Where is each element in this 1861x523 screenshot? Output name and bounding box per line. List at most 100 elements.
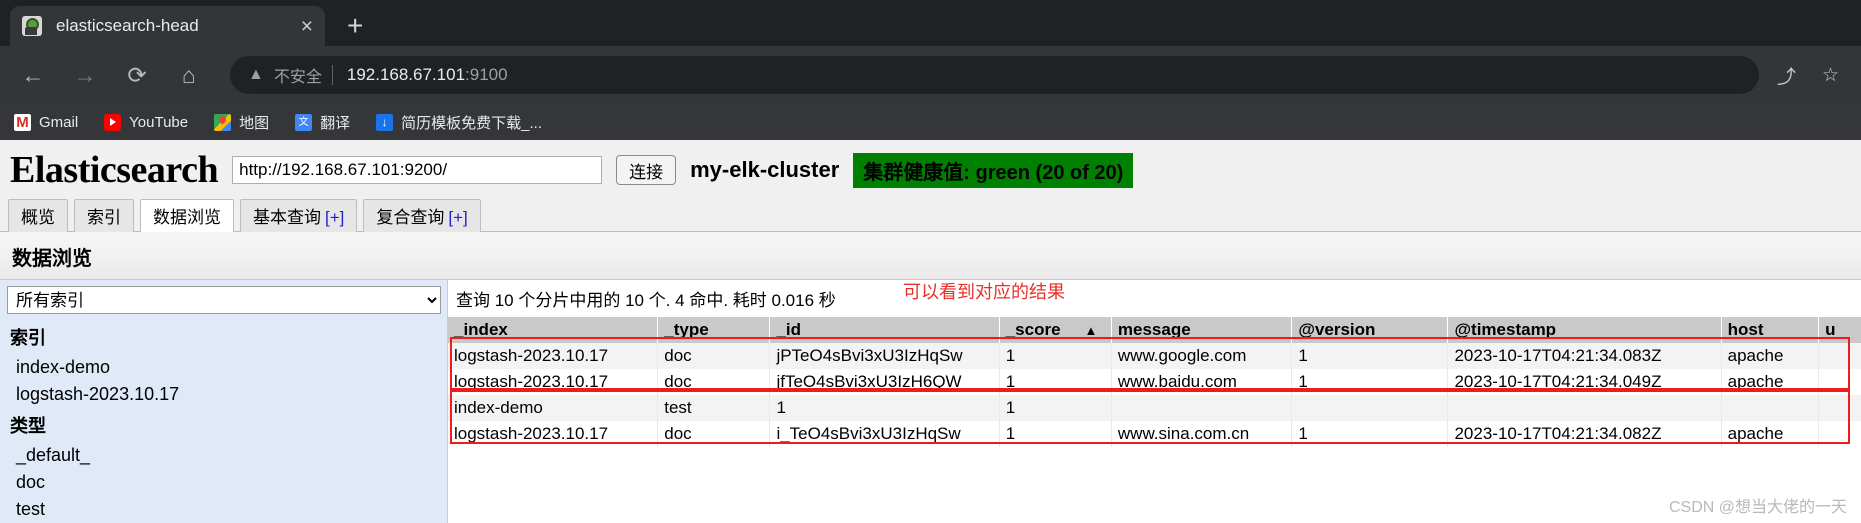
watermark: CSDN @想当大佬的一天 (1668, 499, 1847, 516)
query-info: 查询 10 个分片中用的 10 个. 4 命中. 耗时 0.016 秒 (456, 291, 836, 310)
forward-icon[interactable]: → (68, 58, 102, 92)
cell-message: www.sina.com.cn (1111, 421, 1293, 447)
app-tabs: 概览 索引 数据浏览 基本查询 [+] 复合查询 [+] (0, 196, 1861, 232)
index-select[interactable]: 所有索引 (7, 286, 441, 314)
warning-triangle-icon: ▲ (248, 66, 264, 83)
tab-data-browse[interactable]: 数据浏览 (140, 199, 234, 232)
cell-message (1111, 395, 1293, 421)
tab-label: 索引 (87, 208, 121, 227)
connect-button[interactable]: 连接 (616, 155, 677, 185)
sidebar-item-default[interactable]: _default_ (0, 442, 447, 469)
cell-index: index-demo (448, 395, 659, 421)
cell-host: apache (1721, 343, 1820, 369)
bookmark-star-icon[interactable]: ☆ (1822, 64, 1839, 87)
tab-composite-query[interactable]: 复合查询 [+] (363, 199, 481, 232)
google-translate-icon (295, 113, 313, 131)
cell-version: 1 (1291, 369, 1449, 395)
cell-index: logstash-2023.10.17 (448, 421, 659, 447)
cell-score: 1 (999, 369, 1112, 395)
back-icon[interactable]: ← (16, 58, 50, 92)
results-table: _index _type _id _score ▲ message @versio… (448, 317, 1861, 447)
url-port: :9100 (465, 65, 508, 84)
column-header-id[interactable]: _id (769, 317, 1000, 343)
cell-type: doc (657, 369, 771, 395)
bookmark-label: 简历模板免费下载_... (401, 114, 543, 132)
cell-id: 1 (769, 395, 1000, 421)
tab-indices[interactable]: 索引 (74, 199, 134, 232)
gmail-icon (14, 113, 31, 131)
cell-type: doc (657, 421, 771, 447)
youtube-icon (104, 113, 122, 131)
home-icon[interactable]: ⌂ (172, 58, 206, 92)
sidebar-heading-indices: 索引 (10, 328, 46, 348)
app-header: Elasticsearch 连接 my-elk-cluster 集群健康值: g… (0, 140, 1861, 196)
share-icon[interactable]: ⤴ (1777, 62, 1796, 89)
elasticsearch-head-favicon (22, 16, 42, 36)
bookmark-label: Gmail (39, 113, 79, 131)
google-maps-icon (214, 113, 232, 131)
table-row[interactable]: logstash-2023.10.17 doc i_TeO4sBvi3xU3Iz… (448, 421, 1861, 447)
table-row[interactable]: logstash-2023.10.17 doc jPTeO4sBvi3xU3Iz… (448, 343, 1861, 369)
omnibox-divider (331, 65, 333, 85)
cell-index: logstash-2023.10.17 (448, 343, 659, 369)
cell-version (1291, 395, 1449, 421)
column-header-timestamp[interactable]: @timestamp (1447, 317, 1722, 343)
cell-version: 1 (1291, 343, 1449, 369)
bookmarks-bar: Gmail YouTube 地图 翻译 简历模板免费下载_... (0, 104, 1861, 140)
sidebar-item-doc[interactable]: doc (0, 469, 447, 496)
cell-id: jPTeO4sBvi3xU3IzHqSw (769, 343, 1000, 369)
cluster-name: my-elk-cluster (690, 157, 840, 182)
tab-label: 基本查询 (253, 208, 321, 227)
cell-index: logstash-2023.10.17 (448, 369, 659, 395)
tab-basic-query[interactable]: 基本查询 [+] (240, 199, 358, 232)
page-title: 数据浏览 (0, 232, 1861, 280)
bookmark-translate[interactable]: 翻译 (295, 112, 350, 133)
results-panel: 可以看到对应的结果 查询 10 个分片中用的 10 个. 4 命中. 耗时 0.… (448, 280, 1861, 523)
table-row[interactable]: index-demo test 1 1 (448, 395, 1861, 421)
cell-timestamp (1447, 395, 1722, 421)
column-header-score[interactable]: _score ▲ (999, 317, 1112, 343)
cell-score: 1 (999, 421, 1112, 447)
table-row[interactable]: logstash-2023.10.17 doc jfTeO4sBvi3xU3Iz… (448, 369, 1861, 395)
sidebar-item-logstash[interactable]: logstash-2023.10.17 (0, 381, 447, 408)
column-header-version[interactable]: @version (1291, 317, 1449, 343)
tab-strip: elasticsearch-head × + (0, 0, 1861, 46)
bookmark-label: 地图 (239, 114, 270, 132)
cell-message: www.baidu.com (1111, 369, 1293, 395)
column-header-message[interactable]: message (1111, 317, 1293, 343)
tab-plus-icon[interactable]: [+] (448, 208, 467, 227)
bookmark-youtube[interactable]: YouTube (104, 113, 188, 131)
tab-plus-icon[interactable]: [+] (325, 208, 344, 227)
new-tab-button[interactable]: + (347, 12, 363, 40)
cell-id: i_TeO4sBvi3xU3IzHqSw (769, 421, 1000, 447)
cell-extra (1818, 343, 1861, 369)
cell-type: test (657, 395, 771, 421)
tab-label: 复合查询 (376, 208, 445, 227)
column-header-extra[interactable]: u (1818, 317, 1861, 343)
cell-host: apache (1721, 421, 1820, 447)
es-url-input[interactable] (232, 156, 603, 184)
sidebar-item-index-demo[interactable]: index-demo (0, 354, 447, 381)
column-header-host[interactable]: host (1721, 317, 1820, 343)
cell-extra (1818, 369, 1861, 395)
tab-title: elasticsearch-head (56, 16, 199, 35)
content-area: 所有索引 索引 index-demo logstash-2023.10.17 类… (0, 280, 1861, 523)
cell-type: doc (657, 343, 771, 369)
browser-tab[interactable]: elasticsearch-head × (10, 6, 325, 46)
sidebar-item-test[interactable]: test (0, 496, 447, 523)
download-icon (376, 113, 394, 131)
column-header-type[interactable]: _type (657, 317, 771, 343)
cell-id: jfTeO4sBvi3xU3IzH6QW (769, 369, 1000, 395)
reload-icon[interactable]: ⟳ (120, 58, 154, 92)
bookmark-maps[interactable]: 地图 (214, 112, 269, 133)
bookmark-label: 翻译 (320, 114, 351, 132)
address-bar[interactable]: ▲ 不安全 192.168.67.101:9100 (230, 56, 1759, 94)
bookmark-resume-template[interactable]: 简历模板免费下载_... (376, 112, 542, 133)
column-header-index[interactable]: _index (448, 317, 659, 343)
elasticsearch-head-app: Elasticsearch 连接 my-elk-cluster 集群健康值: g… (0, 140, 1861, 523)
cell-timestamp: 2023-10-17T04:21:34.083Z (1447, 343, 1722, 369)
close-icon[interactable]: × (301, 16, 313, 37)
bookmark-gmail[interactable]: Gmail (14, 113, 79, 131)
tab-overview[interactable]: 概览 (8, 199, 68, 232)
security-label: 不安全 (273, 69, 322, 86)
